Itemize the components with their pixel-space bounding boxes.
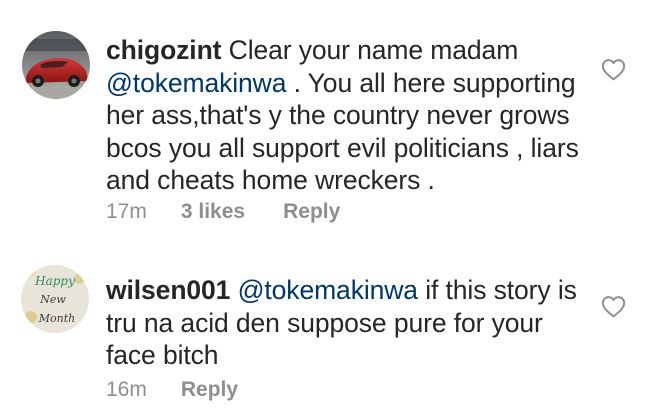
comment-item: chigozint Clear your name madam @tokemak… xyxy=(0,0,666,250)
reply-button[interactable]: Reply xyxy=(181,378,238,402)
avatar[interactable] xyxy=(22,31,90,99)
avatar-month-text: Month xyxy=(38,312,75,325)
comment-item: Happy New Month wilsen001 @tokemakinwa i… xyxy=(0,262,666,420)
comment-text: chigozint Clear your name madam @tokemak… xyxy=(106,34,586,197)
comment-timestamp: 17m xyxy=(106,200,147,223)
heart-outline-icon[interactable] xyxy=(601,295,626,318)
comment-meta: 16m Reply xyxy=(106,378,238,402)
happy-new-month-avatar-icon: Happy New Month xyxy=(21,265,89,333)
mention-link[interactable]: @tokemakinwa xyxy=(238,275,418,305)
avatar-happy-text: Happy xyxy=(34,274,75,288)
heart-outline-icon[interactable] xyxy=(601,58,626,81)
comment-username[interactable]: chigozint xyxy=(106,35,221,65)
comment-text-before xyxy=(230,275,237,305)
red-car-avatar-icon xyxy=(22,31,90,99)
avatar[interactable]: Happy New Month xyxy=(21,265,89,333)
likes-count-button[interactable]: 3 likes xyxy=(181,200,245,224)
comment-text-before: Clear your name madam xyxy=(221,35,519,65)
comment-text: wilsen001 @tokemakinwa if this story is … xyxy=(106,274,586,372)
mention-link[interactable]: @tokemakinwa xyxy=(106,68,286,98)
comment-meta: 17m 3 likes Reply xyxy=(106,200,340,224)
comment-timestamp: 16m xyxy=(106,378,147,401)
reply-button[interactable]: Reply xyxy=(283,200,340,224)
avatar-new-text: New xyxy=(39,293,66,306)
comment-username[interactable]: wilsen001 xyxy=(106,275,230,305)
